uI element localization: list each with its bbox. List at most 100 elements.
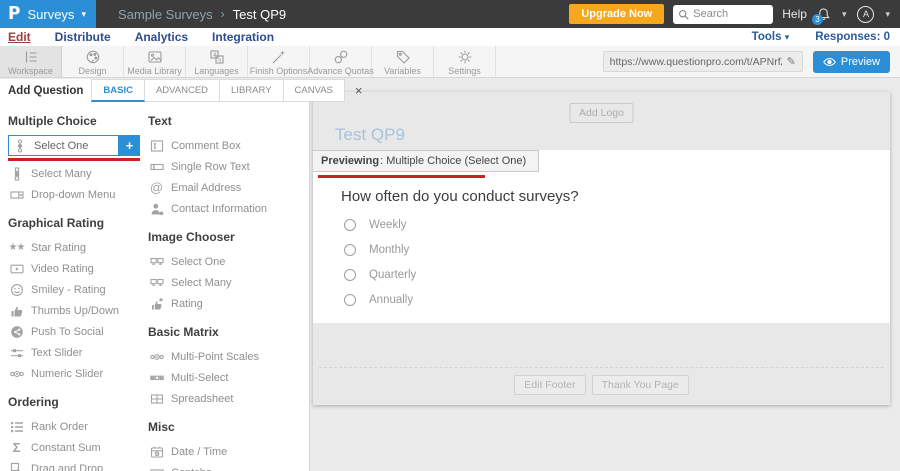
- edit-footer-button[interactable]: Edit Footer: [514, 375, 585, 395]
- question-type-label: Captcha: [171, 467, 212, 471]
- question-type-text-slider[interactable]: Text Slider: [8, 342, 142, 363]
- tab-library[interactable]: LIBRARY: [220, 79, 283, 102]
- answer-option-monthly[interactable]: Monthly: [344, 237, 416, 262]
- question-type-contact-information[interactable]: Contact Information: [148, 198, 306, 219]
- section-heading-multiple-choice: Multiple Choice: [8, 114, 142, 128]
- question-type-captcha[interactable]: xyzCaptcha: [148, 462, 306, 471]
- question-type-rating[interactable]: Rating: [148, 293, 306, 314]
- tools-menu[interactable]: Tools ▾: [752, 31, 790, 43]
- multi-select-icon: [148, 371, 165, 385]
- nav-item-distribute[interactable]: Distribute: [55, 30, 111, 44]
- search-input[interactable]: [693, 8, 763, 20]
- question-type-select-many[interactable]: Select Many: [148, 272, 306, 293]
- toolbar-button-media-library[interactable]: Media Library: [124, 46, 186, 77]
- question-type-star-rating[interactable]: ★★Star Rating: [8, 237, 142, 258]
- social-icon: [8, 325, 25, 339]
- survey-url-input[interactable]: [610, 56, 782, 68]
- question-type-video-rating[interactable]: Video Rating: [8, 258, 142, 279]
- star-icon: ★★: [8, 242, 25, 253]
- preview-button[interactable]: Preview: [813, 51, 890, 73]
- topbar-actions: Upgrade Now Help 3 ▾ A ▾: [569, 4, 900, 24]
- question-type-drag-and-drop[interactable]: Drag and Drop: [8, 458, 142, 471]
- checkbox-group-icon: [8, 167, 25, 181]
- question-type-date-time[interactable]: Date / Time: [148, 441, 306, 462]
- drag-icon: [8, 462, 25, 471]
- radio-button-icon[interactable]: [344, 269, 356, 281]
- img-select-icon: [148, 255, 165, 269]
- answer-option-annually[interactable]: Annually: [344, 287, 416, 312]
- thank-you-page-button[interactable]: Thank You Page: [592, 375, 689, 395]
- tab-advanced[interactable]: ADVANCED: [145, 79, 220, 102]
- question-type-spreadsheet[interactable]: Spreadsheet: [148, 388, 306, 409]
- workspace-toolbar: WorkspaceDesignMedia Library AaLanguagesF…: [0, 46, 900, 78]
- tab-basic[interactable]: BASIC: [91, 79, 145, 102]
- notifications-button[interactable]: 3: [816, 7, 831, 22]
- question-type-label: Select Many: [171, 277, 232, 289]
- chevron-down-icon[interactable]: ▾: [842, 9, 847, 20]
- survey-footer: Edit Footer Thank You Page: [313, 323, 890, 405]
- help-link[interactable]: Help: [782, 7, 807, 21]
- question-type-smiley-rating[interactable]: Smiley - Rating: [8, 279, 142, 300]
- question-type-constant-sum[interactable]: ΣConstant Sum: [8, 437, 142, 458]
- img-select-icon: [148, 276, 165, 290]
- nav-item-integration[interactable]: Integration: [212, 30, 274, 44]
- add-logo-button[interactable]: Add Logo: [569, 103, 634, 123]
- radio-button-icon[interactable]: [344, 219, 356, 231]
- question-type-email-address[interactable]: @Email Address: [148, 177, 306, 198]
- edit-url-icon[interactable]: ✎: [787, 55, 796, 68]
- question-type-label: Date / Time: [171, 446, 227, 458]
- radio-button-icon[interactable]: [344, 244, 356, 256]
- question-type-numeric-slider[interactable]: Numeric Slider: [8, 363, 142, 384]
- question-type-multi-point-scales[interactable]: Multi-Point Scales: [148, 346, 306, 367]
- chevron-down-icon: ▾: [785, 32, 790, 42]
- question-type-label: Email Address: [171, 182, 241, 194]
- toolbar-button-label: Media Library: [127, 66, 182, 76]
- panel-title: Add Question: [0, 79, 91, 102]
- question-type-select-one[interactable]: Select One: [148, 251, 306, 272]
- nav-item-edit[interactable]: Edit: [8, 30, 31, 44]
- answer-option-label: Weekly: [369, 219, 407, 231]
- upgrade-now-button[interactable]: Upgrade Now: [569, 4, 664, 24]
- breadcrumb-separator: ›: [221, 7, 225, 21]
- question-type-push-to-social[interactable]: Push To Social: [8, 321, 142, 342]
- toolbar-button-settings[interactable]: Settings: [434, 46, 496, 77]
- toolbar-button-design[interactable]: Design: [62, 46, 124, 77]
- chevron-down-icon[interactable]: ▾: [885, 9, 890, 20]
- responses-count[interactable]: Responses: 0: [815, 31, 890, 43]
- question-type-multi-select[interactable]: Multi-Select: [148, 367, 306, 388]
- question-type-select-one-selected: Select One+: [8, 135, 142, 161]
- question-type-single-row-text[interactable]: Single Row Text: [148, 156, 306, 177]
- surveys-menu[interactable]: P Surveys ▾: [0, 0, 96, 28]
- question-type-thumbs-up-down[interactable]: Thumbs Up/Down: [8, 300, 142, 321]
- search-box[interactable]: [673, 5, 773, 24]
- breadcrumb-item-sample-surveys[interactable]: Sample Surveys: [118, 7, 213, 22]
- question-type-drop-down-menu[interactable]: Drop-down Menu: [8, 184, 142, 205]
- thumbs-icon: [8, 304, 25, 318]
- tab-canvas[interactable]: CANVAS: [284, 79, 345, 102]
- section-heading-text: Text: [148, 114, 306, 128]
- question-type-rank-order[interactable]: Rank Order: [8, 416, 142, 437]
- close-panel-icon[interactable]: ×: [345, 79, 373, 102]
- survey-url-field[interactable]: ✎: [603, 51, 803, 72]
- question-type-comment-box[interactable]: Comment Box: [148, 135, 306, 156]
- toolbar-button-finish-options[interactable]: Finish Options: [248, 46, 310, 77]
- radio-button-icon[interactable]: [344, 294, 356, 306]
- avatar[interactable]: A: [857, 6, 874, 23]
- advance-quotas-icon: [333, 49, 349, 65]
- toolbar-button-variables[interactable]: Variables: [372, 46, 434, 77]
- add-question-plus-button[interactable]: +: [119, 135, 140, 156]
- add-question-panel: Add Question BASICADVANCEDLIBRARYCANVAS …: [0, 79, 310, 471]
- question-type-select-many[interactable]: Select Many: [8, 163, 142, 184]
- toolbar-button-languages[interactable]: AaLanguages: [186, 46, 248, 77]
- question-type-select-one[interactable]: Select One: [8, 135, 119, 156]
- answer-option-quarterly[interactable]: Quarterly: [344, 262, 416, 287]
- previewing-label: Previewing: [321, 155, 379, 167]
- toolbar-button-workspace[interactable]: Workspace: [0, 46, 62, 77]
- question-type-label: Select One: [171, 256, 225, 268]
- question-type-label: Thumbs Up/Down: [31, 305, 119, 317]
- toolbar-button-advance-quotas[interactable]: Advance Quotas: [310, 46, 372, 77]
- answer-option-weekly[interactable]: Weekly: [344, 212, 416, 237]
- surveys-menu-label: Surveys: [27, 7, 74, 22]
- question-type-label: Smiley - Rating: [31, 284, 106, 296]
- nav-item-analytics[interactable]: Analytics: [135, 30, 188, 44]
